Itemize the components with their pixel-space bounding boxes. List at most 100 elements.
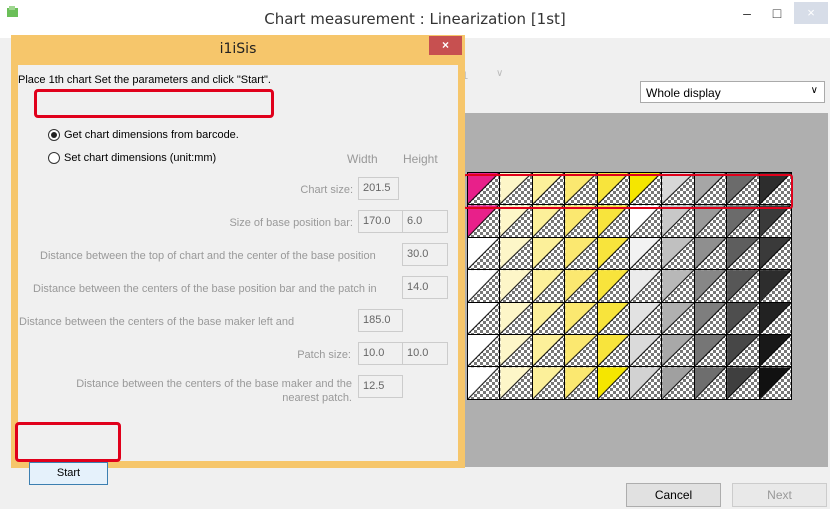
chart-patch [662,302,695,335]
radio-barcode-dimensions[interactable]: Get chart dimensions from barcode. [48,129,239,141]
patch-diagonal [727,302,759,334]
maximize-button[interactable]: □ [762,2,792,24]
patch-diagonal [694,270,727,302]
chart-patch [532,205,566,238]
patch-diagonal [694,367,727,399]
patch-diagonal [468,237,500,270]
base-bar-size-label: Size of base position bar: [229,217,353,229]
patch-diagonal [759,205,791,237]
patch-diagonal [468,270,500,302]
patch-size-label: Patch size: [297,349,351,361]
patch-diagonal [759,334,791,367]
bar-patch-distance-field[interactable]: 14.0 [402,276,448,299]
chart-patch [468,334,501,368]
close-button[interactable]: × [794,2,828,24]
chart-patch [500,270,533,303]
chart-patch [629,205,663,238]
chart-patch [500,205,533,238]
patch-diagonal [629,302,662,334]
nearest-patch-label-line2: nearest patch. [282,392,352,404]
patch-diagonal [565,334,597,367]
base-bar-width-field[interactable]: 170.0 [358,210,403,233]
chart-patch [565,270,598,303]
chart-patch [597,237,630,271]
patch-diagonal [500,302,532,334]
chart-patch [532,367,566,400]
nearest-patch-field[interactable]: 12.5 [358,375,403,398]
chart-patch [694,302,728,335]
patch-diagonal [727,334,759,367]
first-row-highlight [463,174,793,209]
dialog-close-button[interactable]: × [429,36,462,55]
patch-width-field[interactable]: 10.0 [358,342,403,365]
patch-diagonal [500,334,532,367]
chart-patch [468,237,501,271]
patch-diagonal [468,302,500,334]
patch-diagonal [500,237,532,270]
patch-diagonal [597,367,629,399]
next-button[interactable]: Next [732,483,827,507]
patch-diagonal [565,237,597,270]
chart-patch [727,302,760,335]
bar-patch-distance-label: Distance between the centers of the base… [33,283,377,295]
patch-diagonal [662,205,694,237]
patch-diagonal [532,205,565,237]
patch-diagonal [759,367,791,399]
chart-patch [694,237,728,271]
radio-manual-dimensions[interactable]: Set chart dimensions (unit:mm) [48,152,216,164]
chart-patch [597,270,630,303]
base-bar-height-field[interactable]: 6.0 [402,210,448,233]
patch-diagonal [500,367,532,399]
chart-patch [565,367,598,400]
patch-diagonal [629,270,662,302]
chart-patch [759,334,792,368]
patch-diagonal [629,237,662,270]
top-distance-label: Distance between the top of chart and th… [40,250,376,262]
chart-patch [597,367,630,400]
patch-diagonal [694,334,727,367]
chart-patch [759,237,792,271]
display-mode-value: Whole display [646,86,721,100]
chart-patch [532,334,566,368]
patch-height-field[interactable]: 10.0 [402,342,448,365]
chart-patch [532,302,566,335]
patch-diagonal [759,302,791,334]
minimize-button[interactable]: – [732,2,762,24]
chart-patch [694,270,728,303]
cancel-button[interactable]: Cancel [626,483,721,507]
chart-patch [694,334,728,368]
chart-patch [759,270,792,303]
patch-diagonal [727,237,759,270]
patch-diagonal [597,270,629,302]
barcode-option-highlight [34,89,274,118]
chart-patch [662,270,695,303]
chart-patch [468,367,501,400]
patch-diagonal [565,205,597,237]
chart-patch [565,302,598,335]
patch-diagonal [468,205,500,237]
patch-diagonal [759,270,791,302]
chart-size-label: Chart size: [300,184,353,196]
top-distance-field[interactable]: 30.0 [402,243,448,266]
chart-patch [597,334,630,368]
chart-number-select[interactable]: 1 ∨ [462,66,512,88]
chart-patch [500,302,533,335]
patch-diagonal [727,205,759,237]
chart-patch [629,334,663,368]
display-mode-select[interactable]: Whole display ∨ [640,81,825,103]
chart-patch [662,205,695,238]
instruction-text: Place 1th chart Set the parameters and c… [18,74,271,86]
patch-diagonal [565,270,597,302]
chart-patch [629,367,663,400]
patch-diagonal [468,334,500,367]
dialog-body: Place 1th chart Set the parameters and c… [18,65,458,485]
patch-diagonal [532,334,565,367]
maker-distance-field[interactable]: 185.0 [358,309,403,332]
chart-patch [759,302,792,335]
chart-size-width-field[interactable]: 201.5 [358,177,399,200]
patch-diagonal [727,270,759,302]
chart-patch [468,302,501,335]
patch-diagonal [629,205,662,237]
patch-diagonal [694,205,727,237]
start-button[interactable]: Start [29,462,108,485]
